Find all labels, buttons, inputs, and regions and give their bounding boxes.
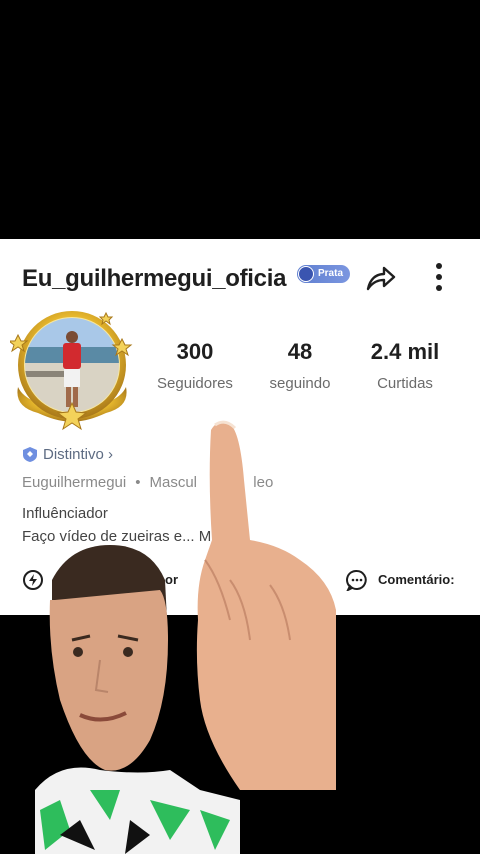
stat-value: 300 xyxy=(176,339,214,364)
stat-value: 48 xyxy=(287,339,313,364)
badge-label: Prata xyxy=(318,268,344,279)
rank-badge[interactable]: Prata xyxy=(297,265,350,283)
meta-sign: leo xyxy=(253,474,274,491)
profile-stats: 300 Seguidores 48 seguindo 2.4 mil Curti… xyxy=(140,339,460,399)
stat-likes[interactable]: 2.4 mil Curtidas xyxy=(350,339,460,392)
profile-header: Eu_guilhermegui_oficia Prata xyxy=(22,259,480,295)
share-arrow-icon[interactable] xyxy=(362,259,398,295)
left-action-label: or xyxy=(165,572,178,587)
profile-card: Eu_guilhermegui_oficia Prata 300 Seguido… xyxy=(0,239,480,615)
stat-following[interactable]: 48 seguindo xyxy=(245,339,355,392)
profile-bio[interactable]: Faço vídeo de zueiras e... M xyxy=(22,528,211,545)
stat-value: 2.4 mil xyxy=(370,339,440,364)
bolt-circle-icon xyxy=(23,570,43,590)
profile-category: Influênciador xyxy=(22,505,108,522)
chat-bubble-icon xyxy=(346,569,367,591)
stat-label: seguindo xyxy=(269,375,331,392)
badge-icon xyxy=(298,266,314,282)
stat-label: Curtidas xyxy=(377,375,433,392)
dot-separator: • xyxy=(239,474,245,491)
stat-label: Seguidores xyxy=(157,375,233,392)
username: Eu_guilhermegui_oficia xyxy=(22,265,287,292)
more-vertical-icon[interactable] xyxy=(427,261,451,293)
chevron-right-icon: › xyxy=(103,446,114,463)
avatar[interactable] xyxy=(10,309,134,433)
distintivo-label: Distintivo xyxy=(43,446,104,463)
stat-followers[interactable]: 300 Seguidores xyxy=(140,339,250,392)
shield-icon xyxy=(23,447,37,462)
dot-separator: • xyxy=(135,474,141,491)
comments-label: Comentário: xyxy=(378,572,455,587)
meta-gender: Mascul xyxy=(149,474,198,491)
profile-meta: Euguilhermegui • Mascul • leo xyxy=(22,474,273,491)
meta-name: Euguilhermegui xyxy=(22,474,127,491)
